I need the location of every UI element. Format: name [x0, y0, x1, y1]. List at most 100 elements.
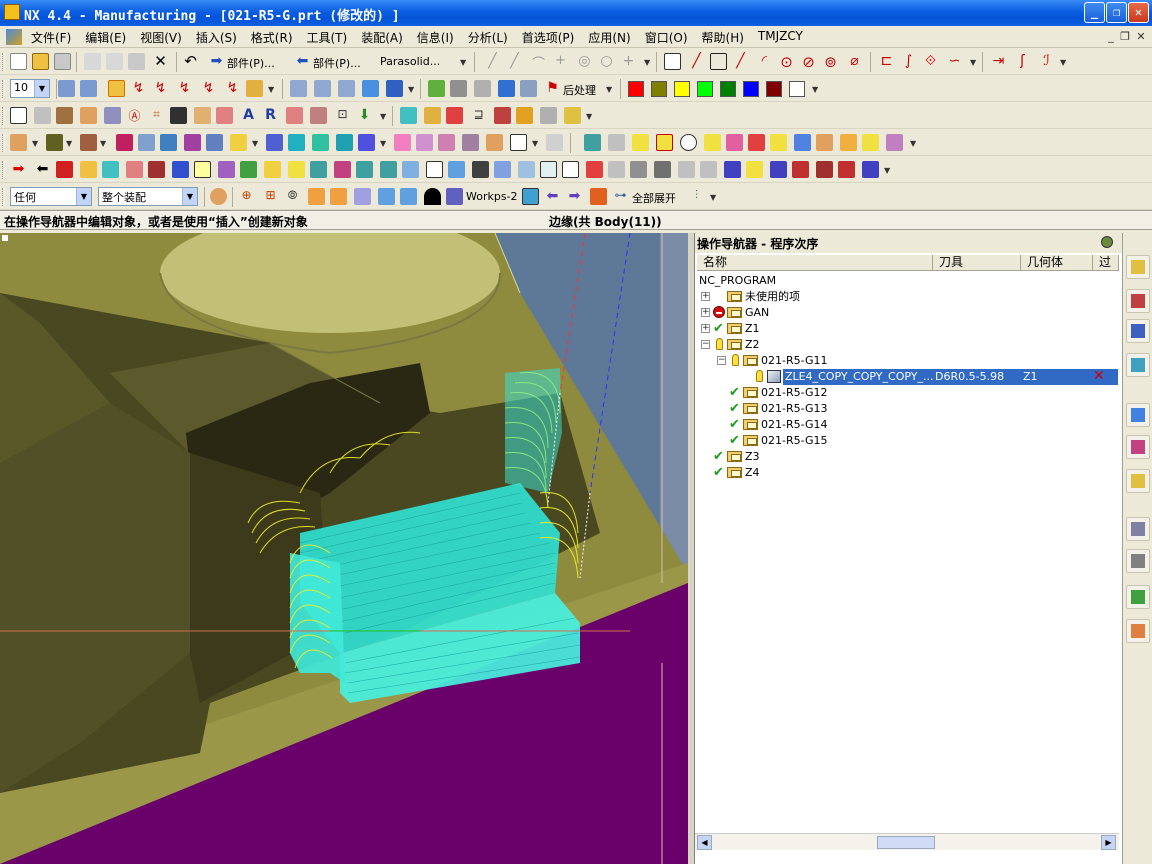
chevron-down-icon[interactable]: ▼	[66, 139, 72, 148]
layer-icon[interactable]	[58, 80, 75, 97]
chevron-down-icon[interactable]: ▼	[532, 139, 538, 148]
subtract-icon[interactable]	[816, 134, 833, 151]
extrude-icon[interactable]	[266, 134, 283, 151]
sketch-circle-icon[interactable]: ⊙	[778, 53, 795, 71]
menu-item-12[interactable]: 帮助(H)	[695, 29, 751, 46]
feature-icon[interactable]	[80, 134, 97, 151]
group-icon[interactable]	[148, 161, 165, 178]
sketch-line-icon[interactable]: ╱	[732, 53, 749, 70]
toolbar-grip[interactable]	[2, 80, 5, 98]
machine-tool-navigator-icon[interactable]	[1126, 353, 1150, 377]
clock-icon[interactable]	[678, 161, 695, 178]
remove-icon[interactable]	[586, 161, 603, 178]
quick-trim-icon[interactable]: ⌀	[846, 53, 863, 70]
attribute-icon[interactable]	[264, 161, 281, 178]
chevron-down-icon[interactable]: ▼	[252, 139, 258, 148]
new-file-icon[interactable]	[10, 53, 27, 70]
chevron-down-icon[interactable]: ▼	[812, 85, 818, 94]
create-method-icon[interactable]	[338, 80, 355, 97]
spline-icon[interactable]: ℐ	[1038, 53, 1055, 70]
color-swatch-4[interactable]	[720, 81, 736, 97]
object-display-icon[interactable]	[80, 107, 97, 124]
user-defined-icon[interactable]	[510, 134, 527, 151]
open-file-icon[interactable]	[32, 53, 49, 70]
menu-item-13[interactable]: TMJZCY	[751, 29, 810, 46]
rectangle-icon[interactable]	[710, 53, 727, 70]
constraint-navigator-icon[interactable]: ⫶	[688, 188, 705, 205]
property-icon[interactable]	[56, 107, 73, 124]
pattern-icon[interactable]	[218, 161, 235, 178]
collapse-icon[interactable]: −	[701, 340, 710, 349]
paste-icon[interactable]	[128, 53, 145, 70]
wcs-origin-icon[interactable]: ↯	[152, 80, 169, 97]
zoom-icon[interactable]: ⊡	[334, 107, 351, 124]
line-width-combo[interactable]: 10 ▼	[10, 79, 50, 98]
chevron-down-icon[interactable]: ▼	[910, 139, 916, 148]
wave-icon[interactable]	[522, 188, 539, 205]
pad-icon[interactable]	[438, 134, 455, 151]
move-icon[interactable]	[126, 161, 143, 178]
electrode-icon[interactable]	[402, 161, 419, 178]
plus-point-icon[interactable]: +	[552, 53, 569, 70]
doc-close-icon[interactable]: ✕	[1134, 30, 1148, 44]
close-icon[interactable]: ✕	[1128, 2, 1149, 23]
chevron-down-icon[interactable]: ▼	[586, 112, 592, 121]
menu-item-4[interactable]: 格式(R)	[244, 29, 300, 46]
chain-icon[interactable]	[630, 161, 647, 178]
toolbar-grip[interactable]	[2, 134, 5, 152]
chevron-down-icon[interactable]: ▼	[76, 188, 91, 205]
groove-icon[interactable]	[486, 134, 503, 151]
tree-row[interactable]: ✔ 021-R5-G14	[695, 417, 1119, 433]
sew-icon[interactable]	[862, 134, 879, 151]
toolbar-grip[interactable]	[2, 188, 5, 206]
operation-navigator-icon[interactable]	[1126, 319, 1150, 343]
udf-icon[interactable]	[334, 161, 351, 178]
render-icon[interactable]	[446, 107, 463, 124]
document-menu-icon[interactable]	[6, 29, 22, 45]
measure-icon[interactable]	[494, 161, 511, 178]
roles-icon[interactable]	[1126, 585, 1150, 609]
wcs-save-icon[interactable]	[246, 80, 263, 97]
nx-app-icon[interactable]	[4, 4, 20, 20]
expand-icon[interactable]: +	[701, 324, 710, 333]
wcs-orient-icon[interactable]: ↯	[200, 80, 217, 97]
menu-item-11[interactable]: 窗口(O)	[638, 29, 695, 46]
constraint-icon[interactable]: ⊏	[878, 53, 895, 70]
explode-icon[interactable]	[590, 188, 607, 205]
stock-icon[interactable]	[448, 161, 465, 178]
slot-icon[interactable]	[462, 134, 479, 151]
select-icon[interactable]	[108, 80, 125, 97]
import-part-icon[interactable]: ➡	[208, 53, 225, 70]
arrow-down-icon[interactable]: ⬇	[356, 107, 373, 124]
copy-icon[interactable]	[106, 53, 123, 70]
selection-scope-combo[interactable]: 整个装配 ▼	[98, 187, 198, 206]
mirror-icon[interactable]: ⟐	[922, 53, 939, 70]
tree-row[interactable]: ✔ 021-R5-G12	[695, 385, 1119, 401]
blank-icon[interactable]	[138, 134, 155, 151]
line-icon[interactable]: ╱	[484, 53, 501, 70]
history-icon[interactable]	[1126, 517, 1150, 541]
chevron-down-icon[interactable]: ▼	[408, 85, 414, 94]
radius-icon[interactable]: R	[262, 107, 279, 124]
import-part-label[interactable]: 部件(P)...	[227, 55, 275, 71]
list-icon[interactable]	[862, 161, 879, 178]
body-select-icon[interactable]	[354, 188, 371, 205]
chevron-down-icon[interactable]: ▼	[380, 112, 386, 121]
line-icon[interactable]: ╱	[506, 53, 523, 70]
chart-icon[interactable]	[816, 161, 833, 178]
tag-icon[interactable]	[288, 161, 305, 178]
snap-midpoint-icon[interactable]: ⊞	[262, 188, 279, 205]
doc-restore-icon[interactable]: ❐	[1118, 30, 1132, 44]
wireframe-icon[interactable]	[424, 107, 441, 124]
work-part-icon[interactable]	[446, 188, 463, 205]
menu-item-8[interactable]: 分析(L)	[461, 29, 515, 46]
edit-object-icon[interactable]	[34, 107, 51, 124]
part-navigator-icon[interactable]	[1126, 289, 1150, 313]
draft-icon[interactable]	[656, 134, 673, 151]
unite-icon[interactable]	[794, 134, 811, 151]
sketch-icon[interactable]	[664, 53, 681, 70]
shaded-view-icon[interactable]	[400, 107, 417, 124]
chevron-down-icon[interactable]: ▼	[644, 58, 650, 67]
color-swatch-6[interactable]	[766, 81, 782, 97]
doc-minimize-icon[interactable]: _	[1104, 30, 1118, 44]
